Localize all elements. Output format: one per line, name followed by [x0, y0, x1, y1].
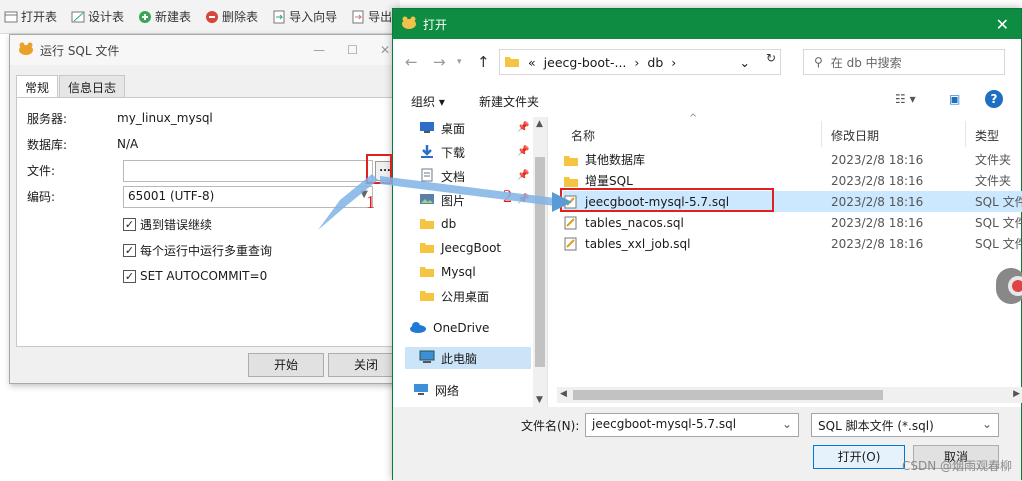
floating-assistant-icon[interactable]	[996, 268, 1022, 304]
watermark: CSDN @烟雨观春柳	[901, 459, 1012, 473]
arrow-to-browse	[318, 174, 378, 230]
arrow-to-file	[380, 176, 555, 206]
annotation-arrows	[318, 174, 572, 230]
arrow-head	[552, 192, 572, 212]
